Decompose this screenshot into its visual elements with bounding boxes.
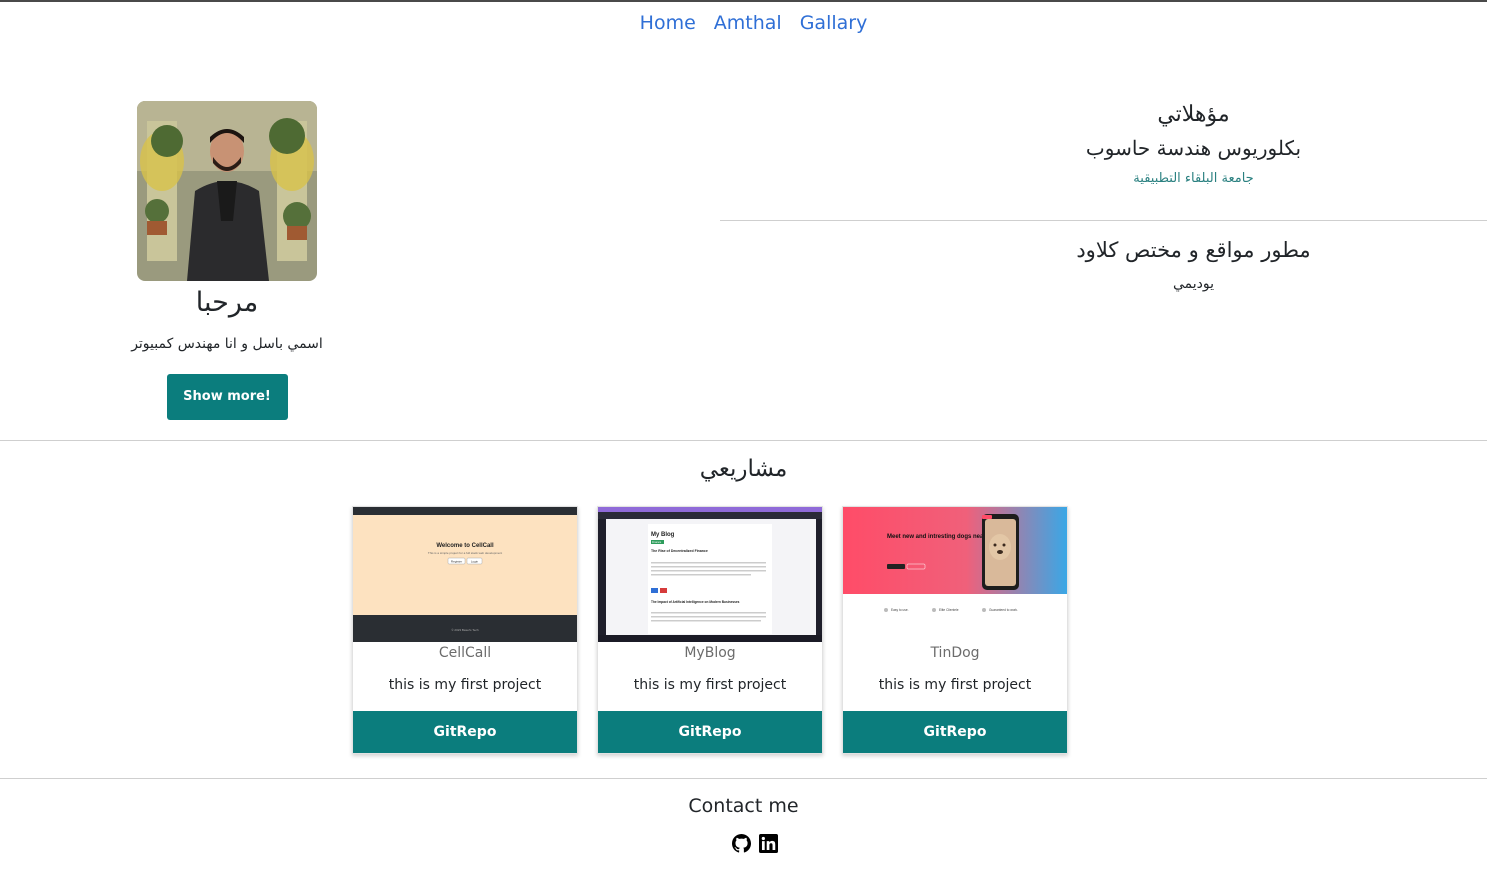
qualifications-title: مؤهلاتي	[1157, 102, 1230, 127]
myblog-thumbnail: My Blog Finance The Rise of Decentralize…	[598, 507, 822, 642]
project-description: this is my first project	[633, 677, 787, 693]
show-more-button[interactable]: Show more!	[166, 374, 288, 420]
linkedin-icon[interactable]	[758, 834, 778, 853]
myblog-thumb-badge: Finance	[652, 540, 662, 544]
nav-gallary-link[interactable]: Gallary	[800, 12, 868, 34]
company-text: يوديمي	[1172, 276, 1215, 292]
avatar	[137, 101, 317, 281]
gitrepo-button-tindog[interactable]: GitRepo	[843, 711, 1067, 753]
myblog-thumb-post2: The Impact of Artificial Intelligence on…	[651, 600, 740, 604]
myblog-thumb-post1: The Rise of Decentralized Finance	[651, 549, 708, 553]
cellcall-thumb-btn2: Login	[471, 560, 479, 564]
greeting-heading: مرحبا	[195, 287, 259, 318]
contact-title: Contact me	[688, 795, 799, 817]
project-description: this is my first project	[388, 677, 542, 693]
tindog-thumb-f2: Elite Clientele	[939, 608, 959, 612]
nav-home-link[interactable]: Home	[640, 12, 696, 34]
cellcall-thumbnail: Welcome to CellCall This is a simple pro…	[353, 507, 577, 642]
section-divider	[0, 440, 1487, 441]
social-links	[0, 834, 1487, 853]
cellcall-thumb-footer: © 2023 Basel's Tech	[451, 628, 479, 632]
gitrepo-button-cellcall[interactable]: GitRepo	[353, 711, 577, 753]
degree-text: بكلوريوس هندسة حاسوب	[1085, 136, 1302, 160]
projects-title: مشاريعي	[699, 456, 788, 482]
cellcall-thumb-btn1: Register	[451, 560, 462, 564]
cellcall-thumb-heading: Welcome to CellCall	[436, 543, 494, 549]
top-border	[0, 0, 1487, 2]
gitrepo-button-myblog[interactable]: GitRepo	[598, 711, 822, 753]
github-icon[interactable]	[731, 834, 751, 853]
nav-amthal-link[interactable]: Amthal	[714, 12, 782, 34]
project-name: TinDog	[930, 645, 980, 661]
tindog-thumb-f1: Easy to use.	[891, 608, 909, 612]
project-name: MyBlog	[684, 645, 736, 661]
project-description: this is my first project	[878, 677, 1032, 693]
university-text: جامعة البلقاء التطبيقية	[1133, 171, 1254, 186]
intro-text: اسمي باسل و انا مهندس كمبيوتر	[131, 336, 323, 352]
tindog-thumbnail: Meet new and intresting dogs nearby! Eas…	[843, 507, 1067, 642]
project-name: CellCall	[438, 645, 492, 661]
cellcall-thumb-sub: This is a simple project for a full stac…	[428, 551, 502, 555]
project-card-myblog: My Blog Finance The Rise of Decentralize…	[597, 506, 823, 754]
project-card-cellcall: Welcome to CellCall This is a simple pro…	[352, 506, 578, 754]
job-title: مطور مواقع و مختص كلاود	[1076, 238, 1311, 262]
profile-section: مرحبا اسمي باسل و انا مهندس كمبيوتر Show…	[118, 101, 336, 420]
tindog-thumb-f3: Guaranteed to work.	[989, 608, 1018, 612]
top-nav: Home Amthal Gallary	[0, 12, 1487, 34]
footer-divider	[0, 778, 1487, 779]
projects-list: Welcome to CellCall This is a simple pro…	[352, 506, 1068, 754]
qualifications-divider	[720, 220, 1487, 221]
tindog-thumb-heading: Meet new and intresting dogs nearby!	[887, 534, 995, 540]
project-card-tindog: Meet new and intresting dogs nearby! Eas…	[842, 506, 1068, 754]
myblog-thumb-heading: My Blog	[651, 532, 675, 538]
